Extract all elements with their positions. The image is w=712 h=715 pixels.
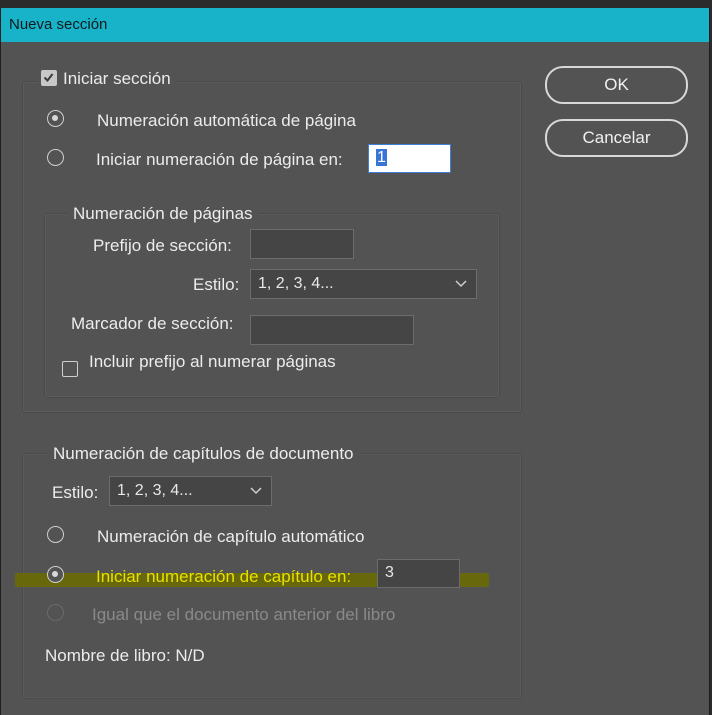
start-chapter-input[interactable]: 3 [377, 559, 460, 588]
chevron-down-icon [250, 487, 262, 495]
auto-chapter-label: Numeración de capítulo automático [97, 527, 365, 546]
section-prefix-input[interactable] [250, 229, 354, 259]
chapter-numbering-legend: Numeración de capítulos de documento [47, 444, 360, 464]
chapter-style-value: 1, 2, 3, 4... [117, 482, 193, 499]
section-marker-input[interactable] [250, 315, 414, 345]
section-prefix-label: Prefijo de sección: [93, 236, 232, 255]
dialog-window: Nueva sección Iniciar sección Numeración… [0, 8, 710, 715]
start-chapter-label: Iniciar numeración de capítulo en: [96, 567, 352, 586]
page-style-label: Estilo: [193, 275, 240, 294]
chapter-style-label: Estilo: [52, 483, 99, 502]
title-bar[interactable]: Nueva sección [1, 8, 709, 42]
start-chapter-radio[interactable] [47, 566, 64, 583]
same-as-previous-label: Igual que el documento anterior del libr… [92, 605, 396, 624]
page-numbering-legend: Numeración de páginas [67, 204, 259, 224]
same-as-previous-radio[interactable] [47, 604, 64, 621]
window-title: Nueva sección [9, 16, 108, 33]
auto-page-radio[interactable] [47, 110, 64, 127]
book-name-label: Nombre de libro: N/D [45, 646, 205, 665]
auto-page-label: Numeración automática de página [97, 111, 356, 130]
start-section-legend: Iniciar sección [37, 69, 177, 89]
cancel-button[interactable]: Cancelar [545, 119, 688, 157]
auto-chapter-radio[interactable] [47, 526, 64, 543]
start-page-radio[interactable] [47, 149, 64, 166]
start-section-checkbox[interactable] [41, 70, 57, 86]
include-prefix-checkbox[interactable] [62, 361, 78, 377]
include-prefix-label: Incluir prefijo al numerar páginas [89, 352, 336, 371]
page-style-value: 1, 2, 3, 4... [258, 275, 334, 292]
ok-button[interactable]: OK [545, 66, 688, 104]
start-page-value: 1 [376, 149, 387, 166]
chevron-down-icon [455, 280, 467, 288]
start-section-label: Iniciar sección [63, 69, 171, 88]
start-page-input[interactable]: 1 [368, 144, 451, 173]
start-page-label: Iniciar numeración de página en: [96, 150, 343, 169]
section-marker-label: Marcador de sección: [71, 314, 234, 333]
page-style-select[interactable]: 1, 2, 3, 4... [250, 269, 477, 299]
chapter-style-select[interactable]: 1, 2, 3, 4... [109, 476, 272, 506]
